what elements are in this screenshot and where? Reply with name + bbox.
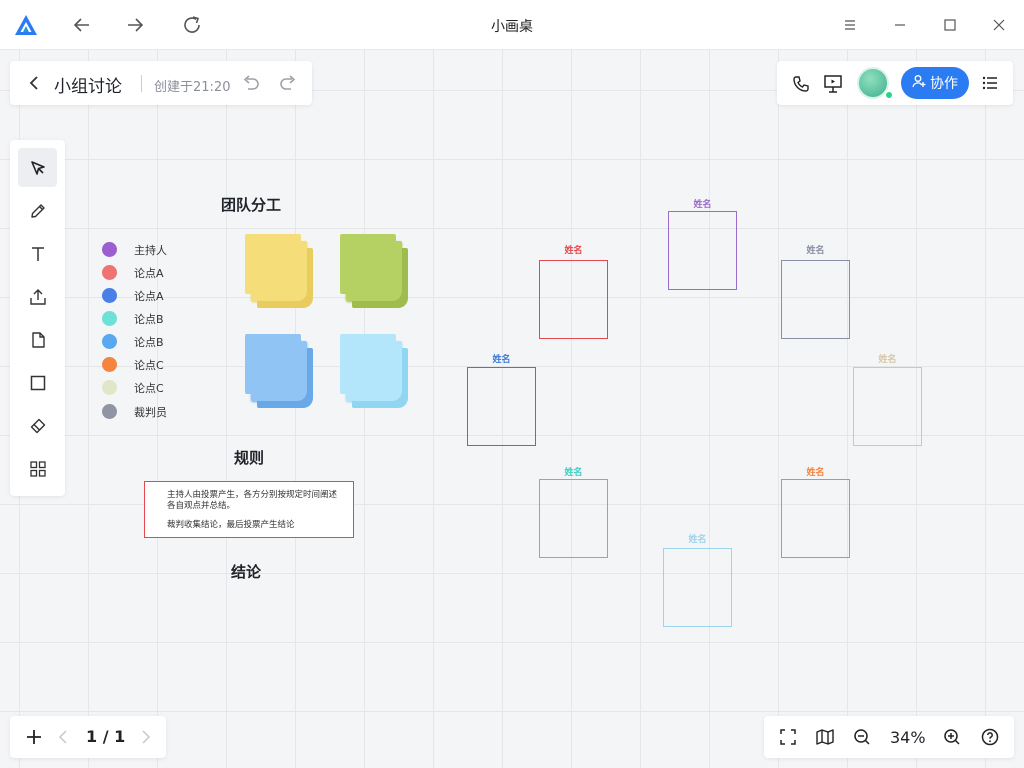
sticky-note-stack[interactable] xyxy=(340,234,408,308)
collaborate-label: 协作 xyxy=(930,76,958,92)
name-box-label: 姓名 xyxy=(688,535,707,545)
next-page-icon[interactable] xyxy=(139,727,153,747)
legend-label[interactable]: 裁判员 xyxy=(134,404,167,420)
upload-tool[interactable] xyxy=(18,277,57,316)
add-page-icon[interactable] xyxy=(24,727,44,747)
shape-tool[interactable] xyxy=(18,363,57,402)
name-box-label: 姓名 xyxy=(878,355,897,365)
name-box-label: 姓名 xyxy=(693,200,712,210)
team-heading[interactable]: 团队分工 xyxy=(221,194,281,215)
phone-icon[interactable] xyxy=(790,73,812,95)
legend-dot xyxy=(102,357,117,372)
app-title: 小画桌 xyxy=(491,19,533,35)
name-box-label: 姓名 xyxy=(492,355,511,365)
zoom-out-icon[interactable] xyxy=(852,727,872,747)
close-icon[interactable] xyxy=(986,12,1012,38)
more-tools[interactable] xyxy=(18,449,57,488)
document-tool[interactable] xyxy=(18,320,57,359)
name-box[interactable] xyxy=(781,479,850,558)
document-title[interactable]: 小组讨论 xyxy=(54,72,122,97)
help-icon[interactable] xyxy=(980,727,1000,747)
legend-label[interactable]: 论点C xyxy=(134,357,164,373)
text-icon xyxy=(31,246,44,261)
name-box[interactable] xyxy=(467,367,536,446)
pencil-icon xyxy=(30,203,45,218)
cursor-icon xyxy=(30,160,45,175)
created-time: 创建于21:20 xyxy=(154,80,231,95)
name-box-label: 姓名 xyxy=(806,468,825,478)
eraser-icon xyxy=(30,418,45,433)
rules-heading[interactable]: 规则 xyxy=(234,447,264,468)
presentation-icon[interactable] xyxy=(821,72,845,96)
list-menu-icon[interactable] xyxy=(980,74,1000,92)
name-box-label: 姓名 xyxy=(564,468,583,478)
name-box[interactable] xyxy=(539,260,608,339)
name-box-label: 姓名 xyxy=(806,246,825,256)
zoom-controls: 34% xyxy=(764,716,1014,758)
text-tool[interactable] xyxy=(18,234,57,273)
tool-panel xyxy=(10,140,65,496)
square-icon xyxy=(30,375,45,390)
name-box[interactable] xyxy=(539,479,608,558)
name-box[interactable] xyxy=(668,211,737,290)
rules-text-box[interactable]: 主持人由投票产生，各方分别按规定时间阐述 各自观点并总结。 裁判收集结论，最后投… xyxy=(144,481,354,538)
rules-line: 各自观点并总结。 xyxy=(167,501,236,511)
fullscreen-icon[interactable] xyxy=(778,727,798,747)
legend-dot xyxy=(102,404,117,419)
minimize-icon[interactable] xyxy=(887,12,913,38)
sticky-note-stack[interactable] xyxy=(340,334,408,408)
zoom-level: 34% xyxy=(890,728,926,747)
online-status-dot xyxy=(884,90,894,100)
redo-icon[interactable] xyxy=(277,73,299,93)
undo-icon[interactable] xyxy=(240,73,262,93)
select-tool[interactable] xyxy=(18,148,57,187)
legend-label[interactable]: 论点C xyxy=(134,380,164,396)
add-user-icon xyxy=(912,74,926,92)
conclusion-heading[interactable]: 结论 xyxy=(231,561,261,582)
zoom-in-icon[interactable] xyxy=(942,727,962,747)
grid-icon xyxy=(29,460,46,477)
menu-icon[interactable] xyxy=(837,12,863,38)
divider xyxy=(141,75,142,92)
rules-line: 主持人由投票产生，各方分别按规定时间阐述 xyxy=(167,490,338,500)
name-box[interactable] xyxy=(853,367,922,446)
name-box-label: 姓名 xyxy=(564,246,583,256)
document-bar: 小组讨论 创建于21:20 xyxy=(10,61,312,105)
legend-label[interactable]: 论点A xyxy=(134,265,164,281)
pen-tool[interactable] xyxy=(18,191,57,230)
eraser-tool[interactable] xyxy=(18,406,57,445)
name-box[interactable] xyxy=(663,548,732,627)
legend-dot xyxy=(102,380,117,395)
page-navigator: 1 / 1 xyxy=(10,716,166,758)
upload-icon xyxy=(29,288,46,305)
legend-dot xyxy=(102,242,117,257)
page-indicator: 1 / 1 xyxy=(86,727,126,746)
legend-dot xyxy=(102,288,117,303)
legend-dot xyxy=(102,334,117,349)
maximize-icon[interactable] xyxy=(937,12,963,38)
collaborate-button[interactable]: 协作 xyxy=(901,67,969,99)
prev-page-icon[interactable] xyxy=(56,727,70,747)
title-bar: 小画桌 xyxy=(0,0,1024,50)
back-chevron-icon[interactable] xyxy=(24,73,44,93)
legend-label[interactable]: 论点A xyxy=(134,288,164,304)
legend-label[interactable]: 论点B xyxy=(134,311,164,327)
collaboration-bar: 协作 xyxy=(777,61,1013,105)
name-box[interactable] xyxy=(781,260,850,339)
legend-dot xyxy=(102,265,117,280)
rules-line: 裁判收集结论，最后投票产生结论 xyxy=(167,520,295,530)
legend-label[interactable]: 论点B xyxy=(134,334,164,350)
file-icon xyxy=(31,331,45,348)
legend-dot xyxy=(102,311,117,326)
legend-label[interactable]: 主持人 xyxy=(134,242,167,258)
sticky-note-stack[interactable] xyxy=(245,334,313,408)
sticky-note-stack[interactable] xyxy=(245,234,313,308)
map-icon[interactable] xyxy=(815,727,835,747)
